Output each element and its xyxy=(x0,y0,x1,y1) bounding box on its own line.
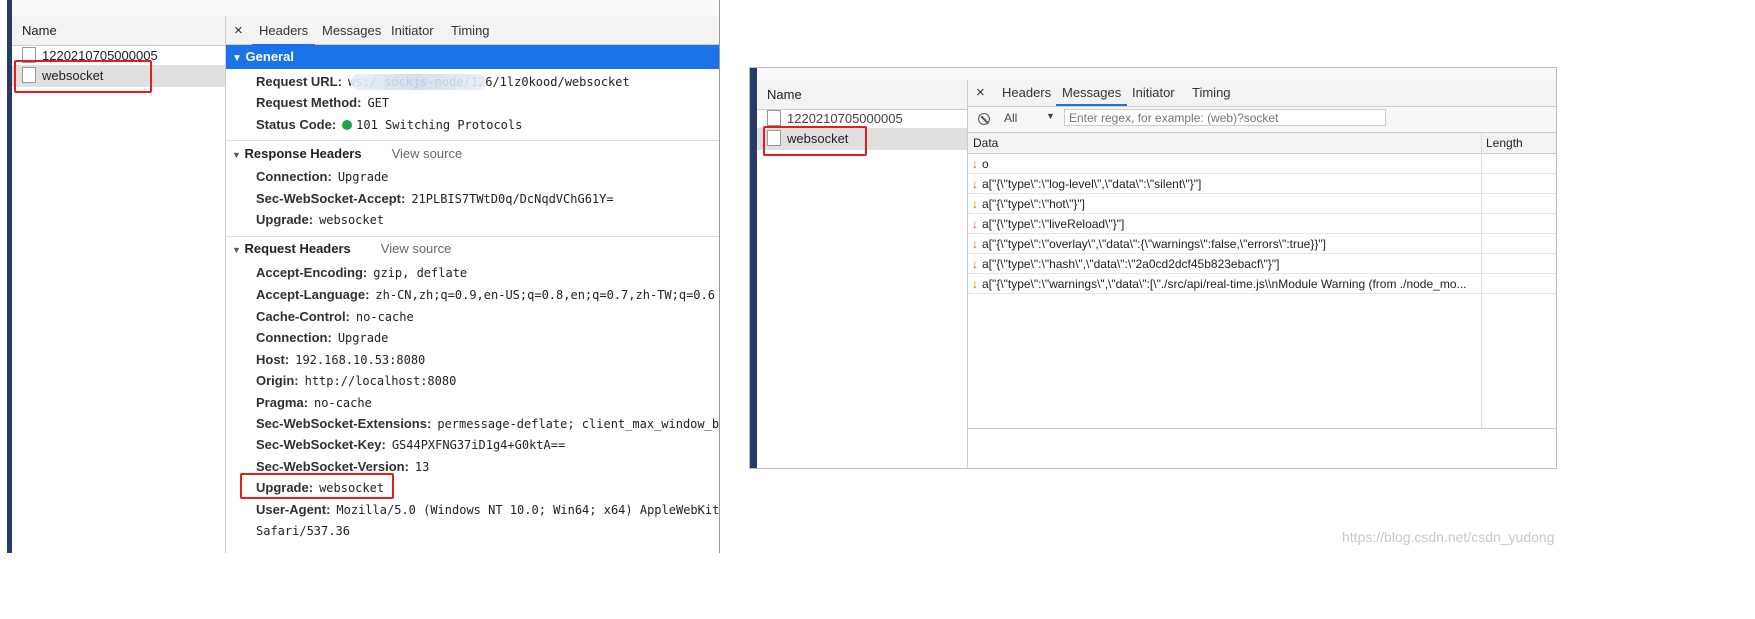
header-row: Accept-Language: zh-CN,zh;q=0.9,en-US;q=0… xyxy=(256,287,715,302)
column-header-data[interactable]: Data xyxy=(973,133,998,153)
expand-triangle-icon: ▼ xyxy=(232,245,241,255)
arrow-down-icon: ↓ xyxy=(972,257,978,271)
message-row[interactable]: ↓ a["{\"type\":\"liveReload\"}"] xyxy=(968,214,1556,234)
close-icon[interactable]: × xyxy=(234,16,243,46)
watermark: https://blog.csdn.net/csdn_yudong xyxy=(1342,529,1555,545)
header-row: Status Code: 101 Switching Protocols xyxy=(256,117,523,132)
arrow-down-icon: ↓ xyxy=(972,177,978,191)
table-header: Data Length xyxy=(968,133,1556,154)
header-row: Host: 192.168.10.53:8080 xyxy=(256,352,426,367)
header-row: Sec-WebSocket-Accept: 21PLBIS7TWtD0q/DcNq… xyxy=(256,191,614,206)
view-source-link[interactable]: View source xyxy=(392,146,463,161)
left-devtools-screenshot: Name 1220210705000005 websocket × Header… xyxy=(0,0,720,553)
name-column-header[interactable]: Name xyxy=(12,16,225,46)
arrow-down-icon: ↓ xyxy=(972,277,978,291)
message-type-select[interactable]: All xyxy=(1004,111,1017,125)
tab-initiator[interactable]: Initiator xyxy=(1132,80,1175,106)
header-row: Sec-WebSocket-Extensions: permessage-defl… xyxy=(256,416,720,431)
request-list: Name 1220210705000005 websocket xyxy=(12,16,226,553)
header-row: Accept-Encoding: gzip, deflate xyxy=(256,265,468,280)
chevron-down-icon[interactable]: ▼ xyxy=(1046,111,1055,121)
column-header-length[interactable]: Length xyxy=(1486,133,1523,153)
request-headers-section-header[interactable]: ▼ Request Headers View source xyxy=(226,237,720,261)
header-row: Sec-WebSocket-Key: GS44PXFNG37iD1g4+G0ktA… xyxy=(256,437,566,452)
tab-timing[interactable]: Timing xyxy=(451,16,490,46)
general-section-header[interactable]: ▼ General xyxy=(226,45,720,69)
highlight-upgrade-header xyxy=(240,473,394,499)
message-row[interactable]: ↓ a["{\"type\":\"hot\"}"] xyxy=(968,194,1556,214)
highlight-websocket-row xyxy=(763,126,867,156)
screenshot-divider xyxy=(719,0,720,553)
window-edge xyxy=(750,68,757,468)
arrow-down-icon: ↓ xyxy=(972,237,978,251)
header-row: Upgrade: websocket xyxy=(256,212,385,227)
header-row: Pragma: no-cache xyxy=(256,395,372,410)
header-row: Request Method: GET xyxy=(256,95,390,110)
arrow-down-icon: ↓ xyxy=(972,157,978,171)
name-column-header[interactable]: Name xyxy=(757,80,967,110)
expand-triangle-icon: ▼ xyxy=(232,53,242,64)
header-row: Origin: http://localhost:8080 xyxy=(256,373,457,388)
tab-messages[interactable]: Messages xyxy=(322,16,381,46)
header-row: Connection: Upgrade xyxy=(256,330,389,345)
response-headers-section-header[interactable]: ▼ Response Headers View source xyxy=(226,142,720,166)
header-row-wrap: Safari/537.36 xyxy=(256,524,350,538)
filter-bar: All ▼ xyxy=(968,107,1556,133)
tab-headers[interactable]: Headers xyxy=(252,16,316,46)
divider xyxy=(226,140,720,141)
tab-messages[interactable]: Messages xyxy=(1056,80,1128,106)
header-row: User-Agent: Mozilla/5.0 (Windows NT 10.0;… xyxy=(256,502,720,517)
tab-initiator[interactable]: Initiator xyxy=(391,16,434,46)
status-ok-icon xyxy=(342,120,353,130)
tab-timing[interactable]: Timing xyxy=(1192,80,1231,106)
detail-pane: × Headers Messages Initiator Timing All … xyxy=(968,80,1556,468)
messages-table: Data Length ↓ o ↓ a["{\"type\":\"log-level… xyxy=(968,133,1556,429)
expand-triangle-icon: ▼ xyxy=(232,150,241,160)
detail-tabbar: × Headers Messages Initiator Timing xyxy=(968,80,1556,107)
message-row[interactable]: ↓ a["{\"type\":\"overlay\",\"data\":{\"wa… xyxy=(968,234,1556,254)
message-row[interactable]: ↓ o xyxy=(968,154,1556,174)
right-devtools-screenshot: Name 1220210705000005 websocket × Header… xyxy=(749,67,1557,469)
message-row[interactable]: ↓ a["{\"type\":\"hash\",\"data\":\"2a0cd2… xyxy=(968,254,1556,274)
detail-tabbar: × Headers Messages Initiator Timing xyxy=(226,16,720,46)
view-source-link[interactable]: View source xyxy=(381,241,452,256)
top-ruler xyxy=(12,0,720,17)
close-icon[interactable]: × xyxy=(976,80,985,106)
header-row: Cache-Control: no-cache xyxy=(256,309,414,324)
arrow-down-icon: ↓ xyxy=(972,217,978,231)
message-row[interactable]: ↓ a["{\"type\":\"warnings\",\"data\":[\".… xyxy=(968,274,1556,294)
file-icon xyxy=(767,110,781,126)
redacted-host-blur xyxy=(351,74,486,90)
message-row[interactable]: ↓ a["{\"type\":\"log-level\",\"data\":\"s… xyxy=(968,174,1556,194)
arrow-down-icon: ↓ xyxy=(972,197,978,211)
message-filter-input[interactable] xyxy=(1064,109,1386,126)
highlight-websocket-row xyxy=(14,60,152,93)
tab-headers[interactable]: Headers xyxy=(1002,80,1051,106)
header-row: Connection: Upgrade xyxy=(256,169,389,184)
general-title: General xyxy=(245,49,294,64)
